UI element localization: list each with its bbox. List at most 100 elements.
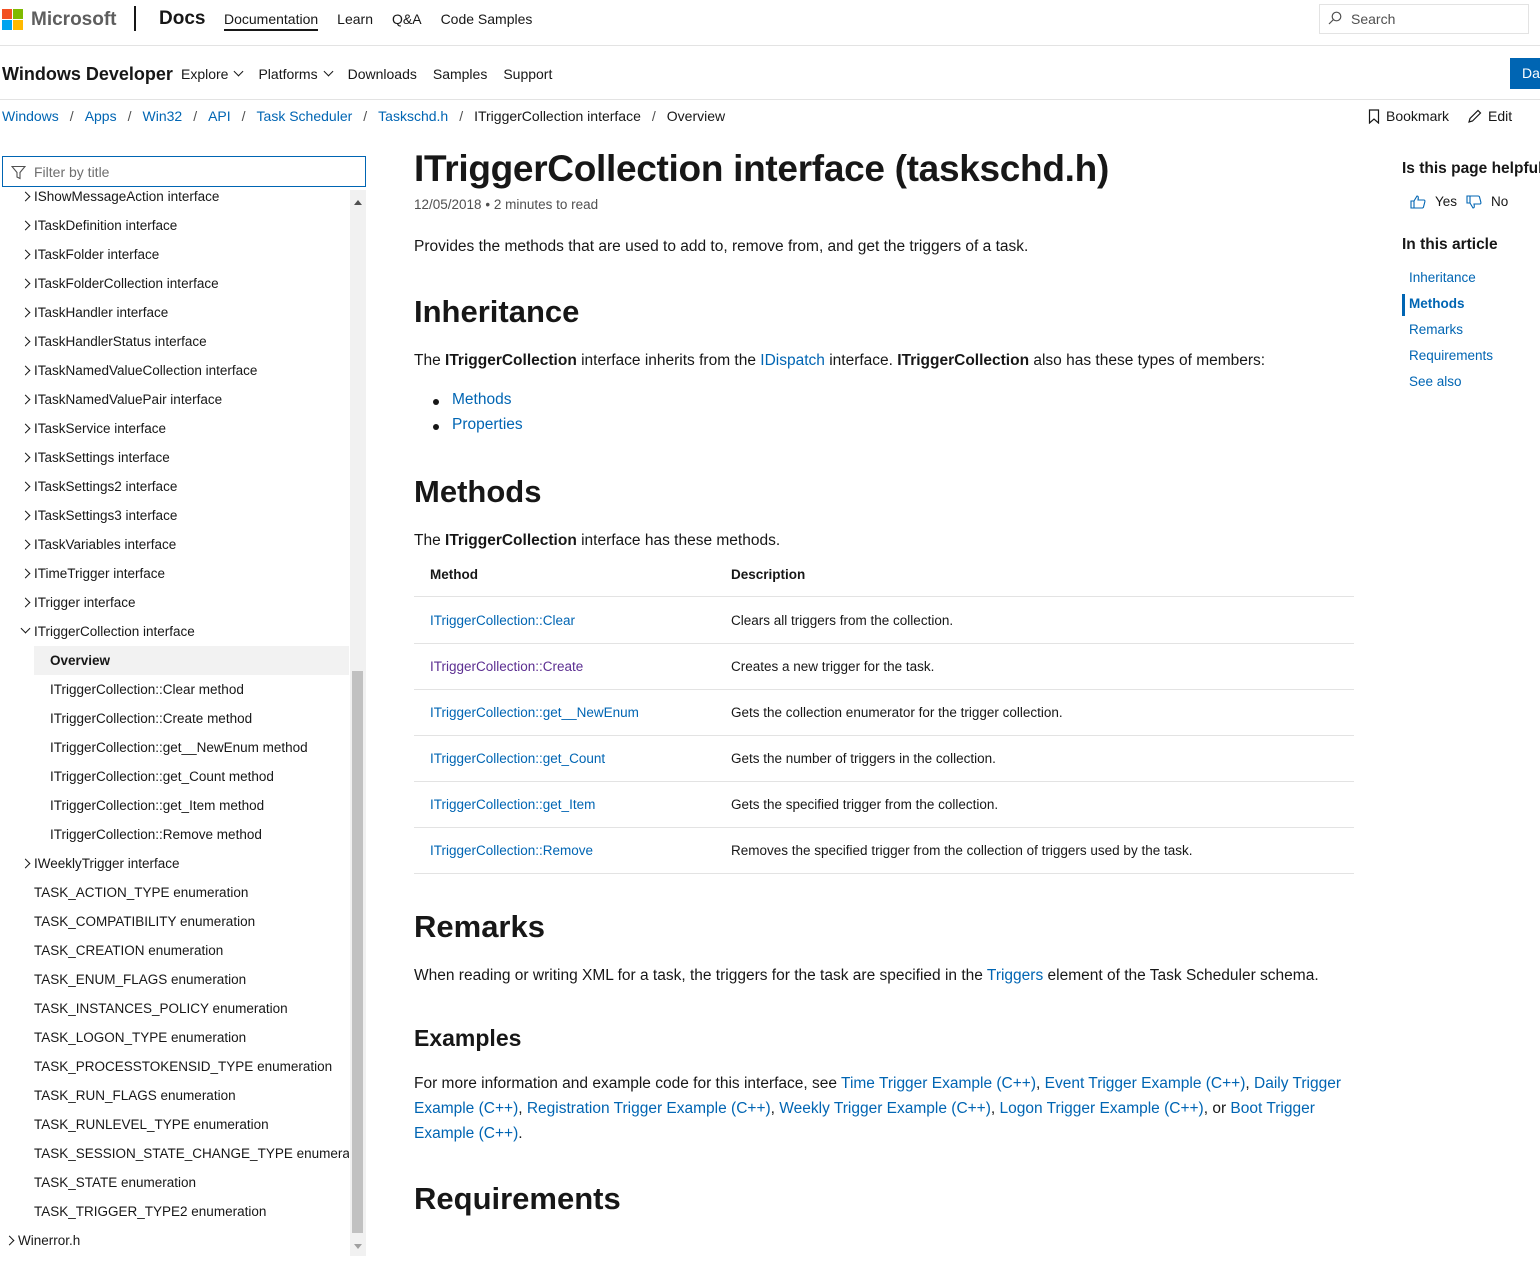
toc-item[interactable]: ITrigger interface bbox=[0, 588, 349, 617]
registration-trigger-link[interactable]: Registration Trigger Example (C++) bbox=[527, 1100, 771, 1117]
properties-link[interactable]: Properties bbox=[452, 416, 523, 433]
toc-item[interactable]: ITimeTrigger interface bbox=[0, 559, 349, 588]
toc-item[interactable]: TASK_TRIGGER_TYPE2 enumeration bbox=[0, 1197, 349, 1226]
method-link[interactable]: ITriggerCollection::get_Count bbox=[430, 751, 605, 766]
toc-item[interactable]: ITaskNamedValueCollection interface bbox=[0, 356, 349, 385]
chevron-right-icon[interactable] bbox=[20, 452, 31, 463]
chevron-down-icon[interactable] bbox=[20, 623, 31, 634]
toc-item[interactable]: TASK_SESSION_STATE_CHANGE_TYPE enumerati… bbox=[0, 1139, 349, 1168]
rail-link-methods[interactable]: Methods bbox=[1409, 296, 1465, 311]
toc-item[interactable]: ITriggerCollection::Remove method bbox=[34, 820, 349, 849]
toc-item[interactable]: IShowMessageAction interface bbox=[0, 188, 349, 211]
toc-item[interactable]: ITaskSettings2 interface bbox=[0, 472, 349, 501]
chevron-right-icon[interactable] bbox=[4, 1235, 15, 1246]
toc-item[interactable]: ITriggerCollection::Clear method bbox=[34, 675, 349, 704]
nav-code-samples[interactable]: Code Samples bbox=[441, 11, 533, 31]
scroll-up-arrow[interactable] bbox=[354, 200, 362, 205]
toc-item[interactable]: ITaskService interface bbox=[0, 414, 349, 443]
edit-button[interactable]: Edit bbox=[1467, 108, 1512, 124]
toc-item[interactable]: TASK_LOGON_TYPE enumeration bbox=[0, 1023, 349, 1052]
crumb-itriggercollection[interactable]: ITriggerCollection interface bbox=[474, 108, 641, 124]
chevron-right-icon[interactable] bbox=[20, 481, 31, 492]
toc-item[interactable]: Overview bbox=[34, 646, 349, 675]
toc-item[interactable]: ITriggerCollection::Create method bbox=[34, 704, 349, 733]
toc-item[interactable]: ITaskNamedValuePair interface bbox=[0, 385, 349, 414]
method-link[interactable]: ITriggerCollection::get__NewEnum bbox=[430, 705, 639, 720]
chevron-right-icon[interactable] bbox=[20, 394, 31, 405]
crumb-windows[interactable]: Windows bbox=[2, 108, 59, 124]
scroll-down-arrow[interactable] bbox=[354, 1244, 362, 1249]
method-link[interactable]: ITriggerCollection::Clear bbox=[430, 613, 575, 628]
toc-item[interactable]: ITriggerCollection::get_Count method bbox=[34, 762, 349, 791]
chevron-right-icon[interactable] bbox=[20, 191, 31, 202]
toc-item[interactable]: TASK_ACTION_TYPE enumeration bbox=[0, 878, 349, 907]
idispatch-link[interactable]: IDispatch bbox=[760, 352, 825, 369]
bookmark-button[interactable]: Bookmark bbox=[1368, 108, 1449, 124]
chevron-right-icon[interactable] bbox=[20, 278, 31, 289]
chevron-right-icon[interactable] bbox=[20, 568, 31, 579]
crumb-taskschd[interactable]: Taskschd.h bbox=[378, 108, 448, 124]
chevron-right-icon[interactable] bbox=[20, 220, 31, 231]
nav-explore[interactable]: Explore bbox=[181, 66, 244, 82]
method-link[interactable]: ITriggerCollection::Remove bbox=[430, 843, 593, 858]
scroll-thumb[interactable] bbox=[352, 671, 363, 1233]
toc-item[interactable]: ITriggerCollection interface bbox=[0, 617, 349, 646]
toc-item[interactable]: ITaskVariables interface bbox=[0, 530, 349, 559]
toc-item[interactable]: ITriggerCollection::get_Item method bbox=[34, 791, 349, 820]
time-trigger-link[interactable]: Time Trigger Example (C++) bbox=[841, 1075, 1036, 1092]
toc-item[interactable]: TASK_STATE enumeration bbox=[0, 1168, 349, 1197]
nav-qa[interactable]: Q&A bbox=[392, 11, 422, 31]
toc-scrollbar[interactable] bbox=[350, 190, 366, 1256]
crumb-task-scheduler[interactable]: Task Scheduler bbox=[257, 108, 353, 124]
chevron-right-icon[interactable] bbox=[20, 336, 31, 347]
chevron-right-icon[interactable] bbox=[20, 539, 31, 550]
toc-item[interactable]: ITaskFolderCollection interface bbox=[0, 269, 349, 298]
toc-item[interactable]: ITaskFolder interface bbox=[0, 240, 349, 269]
toc-item[interactable]: ITaskSettings3 interface bbox=[0, 501, 349, 530]
crumb-apps[interactable]: Apps bbox=[85, 108, 117, 124]
rail-link-inheritance[interactable]: Inheritance bbox=[1409, 270, 1476, 285]
brand-name[interactable]: Microsoft bbox=[31, 9, 117, 31]
event-trigger-link[interactable]: Event Trigger Example (C++) bbox=[1045, 1075, 1246, 1092]
toc-item[interactable]: ITaskHandler interface bbox=[0, 298, 349, 327]
toc-item[interactable]: TASK_RUN_FLAGS enumeration bbox=[0, 1081, 349, 1110]
weekly-trigger-link[interactable]: Weekly Trigger Example (C++) bbox=[779, 1100, 991, 1117]
chevron-right-icon[interactable] bbox=[20, 597, 31, 608]
nav-support[interactable]: Support bbox=[503, 66, 552, 82]
chevron-right-icon[interactable] bbox=[20, 307, 31, 318]
chevron-right-icon[interactable] bbox=[20, 249, 31, 260]
toc-item[interactable]: ITaskSettings interface bbox=[0, 443, 349, 472]
toc-item[interactable]: Winerror.h bbox=[0, 1226, 349, 1255]
site-name[interactable]: Docs bbox=[159, 8, 205, 30]
toc-item[interactable]: ITaskDefinition interface bbox=[0, 211, 349, 240]
rail-link-see-also[interactable]: See also bbox=[1409, 374, 1462, 389]
toc-item[interactable]: IWeeklyTrigger interface bbox=[0, 849, 349, 878]
rail-link-requirements[interactable]: Requirements bbox=[1409, 348, 1493, 363]
nav-samples[interactable]: Samples bbox=[433, 66, 487, 82]
toc-item[interactable]: TASK_PROCESSTOKENSID_TYPE enumeration bbox=[0, 1052, 349, 1081]
product-title[interactable]: Windows Developer bbox=[2, 64, 173, 85]
toc-item[interactable]: TASK_RUNLEVEL_TYPE enumeration bbox=[0, 1110, 349, 1139]
feedback-no-button[interactable]: No bbox=[1466, 194, 1508, 209]
toc-item[interactable]: TASK_COMPATIBILITY enumeration bbox=[0, 907, 349, 936]
toc-item[interactable]: ITaskHandlerStatus interface bbox=[0, 327, 349, 356]
search-box[interactable]: Search bbox=[1319, 4, 1529, 34]
toc-item[interactable]: TASK_INSTANCES_POLICY enumeration bbox=[0, 994, 349, 1023]
nav-learn[interactable]: Learn bbox=[337, 11, 373, 31]
crumb-win32[interactable]: Win32 bbox=[143, 108, 183, 124]
toc-item[interactable]: TASK_CREATION enumeration bbox=[0, 936, 349, 965]
toc-filter-input[interactable]: Filter by title bbox=[2, 156, 366, 187]
rail-link-remarks[interactable]: Remarks bbox=[1409, 322, 1463, 337]
chevron-right-icon[interactable] bbox=[20, 365, 31, 376]
methods-link[interactable]: Methods bbox=[452, 391, 511, 408]
dev-account-button[interactable]: Da bbox=[1510, 58, 1540, 89]
crumb-api[interactable]: API bbox=[208, 108, 231, 124]
logon-trigger-link[interactable]: Logon Trigger Example (C++) bbox=[1000, 1100, 1204, 1117]
chevron-right-icon[interactable] bbox=[20, 858, 31, 869]
toc-item[interactable]: ITriggerCollection::get__NewEnum method bbox=[34, 733, 349, 762]
nav-downloads[interactable]: Downloads bbox=[348, 66, 417, 82]
method-link[interactable]: ITriggerCollection::Create bbox=[430, 659, 583, 674]
triggers-link[interactable]: Triggers bbox=[987, 967, 1043, 984]
nav-platforms[interactable]: Platforms bbox=[258, 66, 334, 82]
nav-documentation[interactable]: Documentation bbox=[224, 11, 319, 31]
